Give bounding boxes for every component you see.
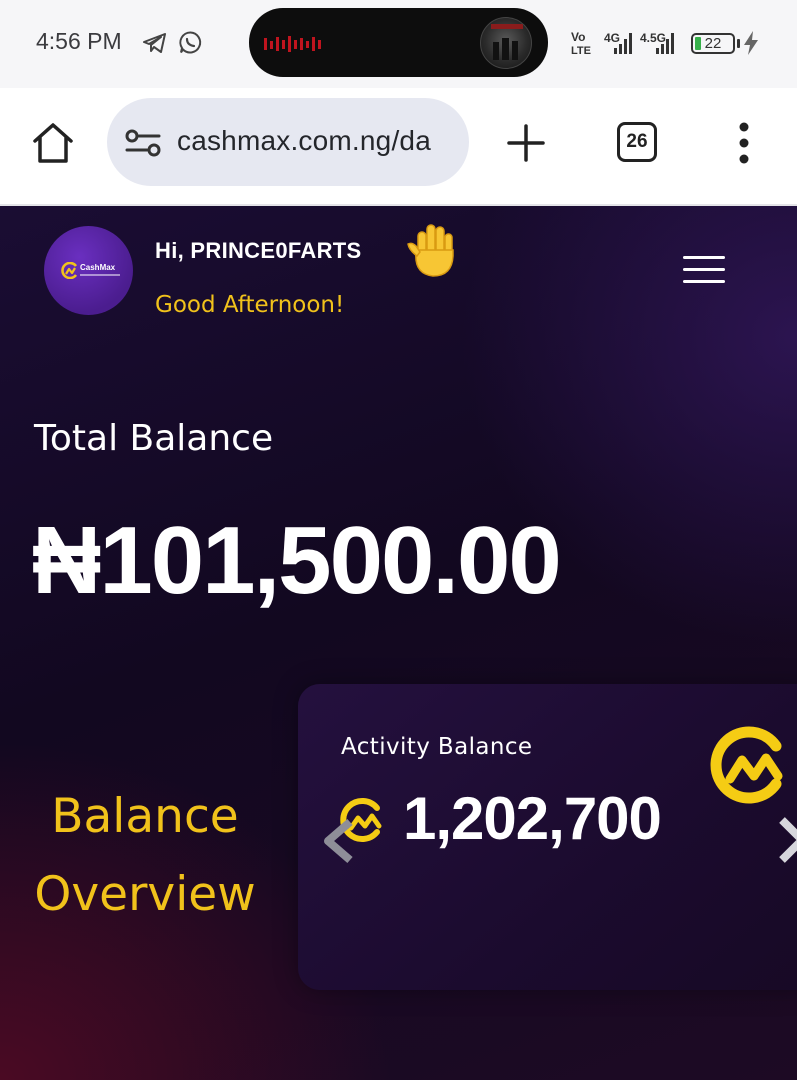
media-thumbnail[interactable]: [480, 17, 532, 69]
logo-text: CashMax: [80, 263, 116, 272]
overflow-menu-icon[interactable]: [737, 122, 751, 164]
carousel-next-icon[interactable]: [776, 816, 797, 864]
cashmax-coin-icon: [710, 726, 783, 804]
url-text[interactable]: cashmax.com.ng/da: [177, 125, 431, 157]
overview-line-2: Overview: [34, 867, 256, 922]
sim2-network: 4.5G: [640, 31, 666, 45]
new-tab-plus-icon[interactable]: [506, 123, 546, 163]
salutation-text: Good Afternoon!: [155, 292, 345, 318]
battery-icon: 22: [691, 33, 735, 54]
overview-line-1: Balance: [51, 789, 239, 844]
raised-hand-icon: [407, 224, 454, 277]
sim1-network: 4G: [604, 31, 620, 45]
browser-toolbar: cashmax.com.ng/da 26: [0, 88, 797, 206]
battery-cap: [737, 39, 740, 48]
carousel-prev-icon[interactable]: [320, 818, 358, 864]
telegram-icon: [143, 33, 166, 53]
menu-icon[interactable]: [683, 256, 725, 284]
activity-balance-card[interactable]: Activity Balance 1,202,700: [298, 684, 797, 990]
activity-balance-value: 1,202,700: [403, 785, 662, 852]
logo-tagline-bar: [80, 274, 120, 276]
dashboard-page: CashMax Hi, PRINCE0FARTS Good Afternoon!…: [0, 206, 797, 1080]
media-waveform-icon: [264, 36, 321, 52]
status-bar: 4:56 PM Vo LTE 4G 4.5G 22: [0, 0, 797, 88]
home-icon[interactable]: [30, 120, 76, 166]
cashmax-mark-icon: [61, 262, 78, 279]
charging-bolt-icon: [744, 31, 758, 55]
volte-top: Vo: [571, 30, 585, 44]
tabs-count-icon[interactable]: 26: [617, 122, 657, 162]
site-settings-icon[interactable]: [125, 128, 161, 158]
user-greeting: Hi, PRINCE0FARTS: [155, 238, 362, 263]
total-balance-label: Total Balance: [34, 418, 274, 459]
battery-level: 22: [704, 35, 722, 52]
balance-overview-heading: Balance Overview: [0, 778, 290, 934]
address-bar[interactable]: cashmax.com.ng/da: [107, 98, 469, 186]
volte-bottom: LTE: [571, 45, 591, 57]
total-balance-value: ₦101,500.00: [32, 507, 562, 614]
activity-balance-label: Activity Balance: [341, 734, 533, 760]
cashmax-logo[interactable]: CashMax: [44, 226, 133, 315]
whatsapp-icon: [179, 31, 202, 54]
status-time: 4:56 PM: [36, 28, 122, 54]
